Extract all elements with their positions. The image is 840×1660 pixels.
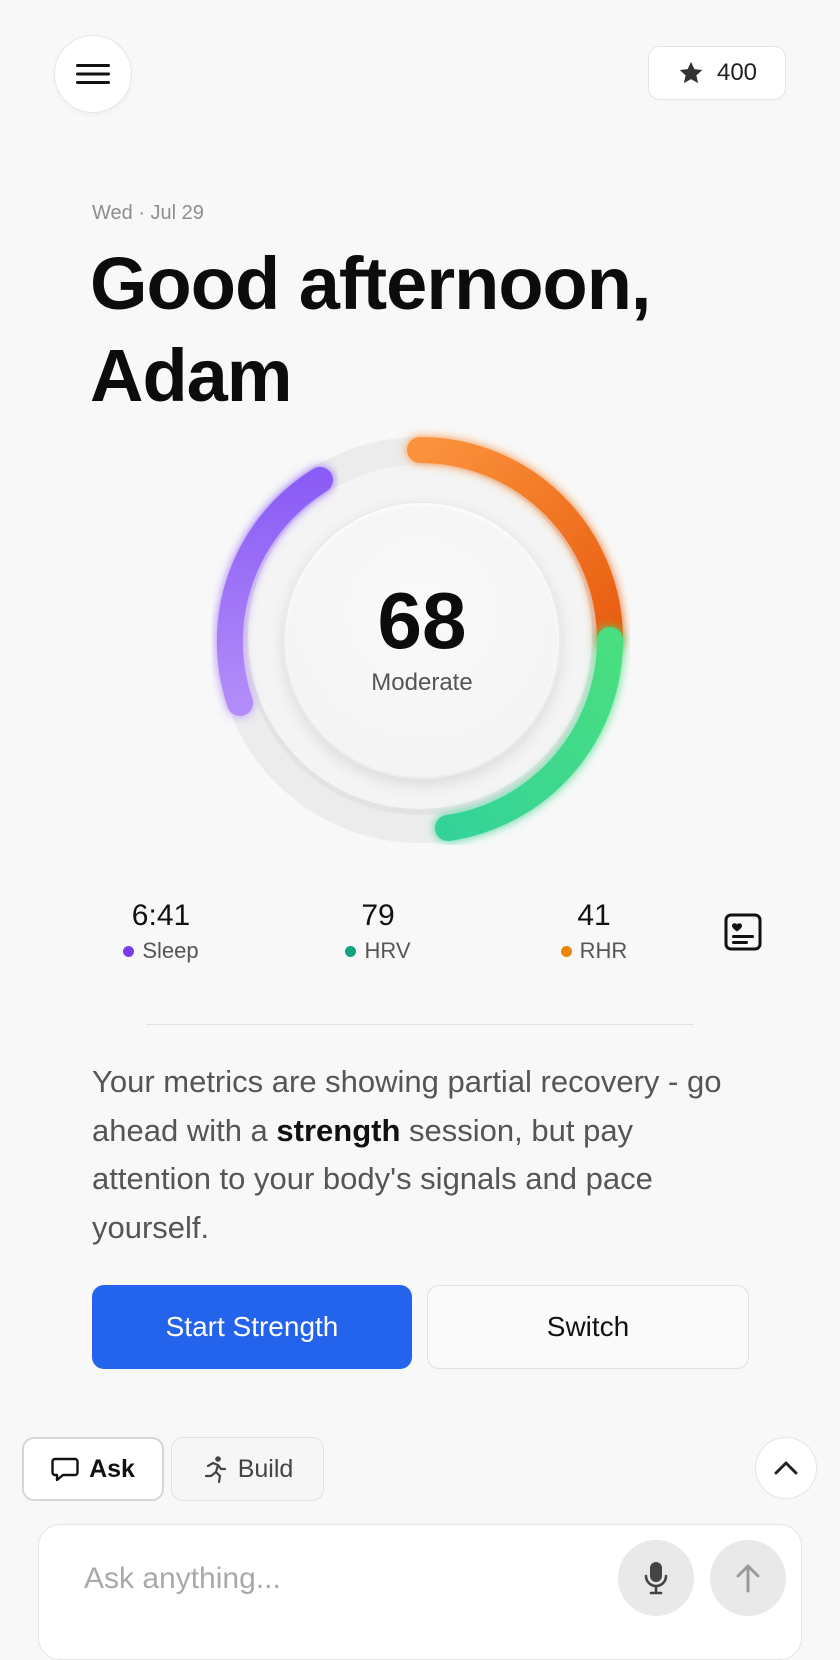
hrv-label-row: HRV [298,938,458,964]
recovery-score-card: 68 Moderate [283,501,561,779]
greeting-user-name: Adam [90,334,293,417]
greeting-line-1: Good afternoon, [90,242,652,325]
rhr-label: RHR [579,938,628,963]
hrv-dot [345,945,357,957]
points-badge[interactable]: 400 [648,46,786,100]
start-strength-button[interactable]: Start Strength [92,1285,412,1369]
stat-hrv[interactable]: 79 HRV [298,898,458,964]
recovery-status: Moderate [371,669,473,696]
tab-build[interactable]: Build [171,1437,324,1501]
switch-button[interactable]: Switch [427,1285,749,1369]
advice-highlight: strength [276,1112,401,1148]
points-count: 400 [716,59,758,86]
greeting-heading: Good afternoon, Adam [90,238,790,422]
rhr-label-row: RHR [514,938,674,964]
recovery-score: 68 [377,576,467,665]
tab-ask[interactable]: Ask [22,1437,164,1501]
chevron-up-icon [774,1461,798,1475]
stat-rhr[interactable]: 41 RHR [514,898,674,964]
sleep-dot [123,945,135,957]
menu-button[interactable] [54,35,132,113]
microphone-button[interactable] [618,1540,694,1616]
star-icon [679,61,703,84]
send-button[interactable] [710,1540,786,1616]
tab-ask-label: Ask [89,1454,135,1483]
sleep-value: 6:41 [131,899,191,932]
rhr-value: 41 [577,899,611,932]
hamburger-menu-icon [76,64,110,84]
hrv-label: HRV [364,938,411,963]
microphone-icon [644,1562,668,1595]
rhr-dot [560,945,572,957]
ask-input[interactable] [82,1556,606,1602]
sleep-label-row: Sleep [81,938,241,964]
health-report-icon[interactable] [724,913,762,951]
hrv-value: 79 [361,899,395,932]
sleep-label: Sleep [142,938,199,963]
stat-sleep[interactable]: 6:41 Sleep [81,898,241,964]
collapse-button[interactable] [755,1437,817,1499]
tab-build-label: Build [237,1454,294,1483]
arrow-up-icon [736,1564,760,1593]
chat-bubble-icon [51,1457,79,1482]
recovery-advice: Your metrics are showing partial recover… [92,1058,732,1252]
running-figure-icon [204,1456,226,1483]
section-divider [146,1024,694,1025]
date-label: Wed · Jul 29 [92,202,204,224]
